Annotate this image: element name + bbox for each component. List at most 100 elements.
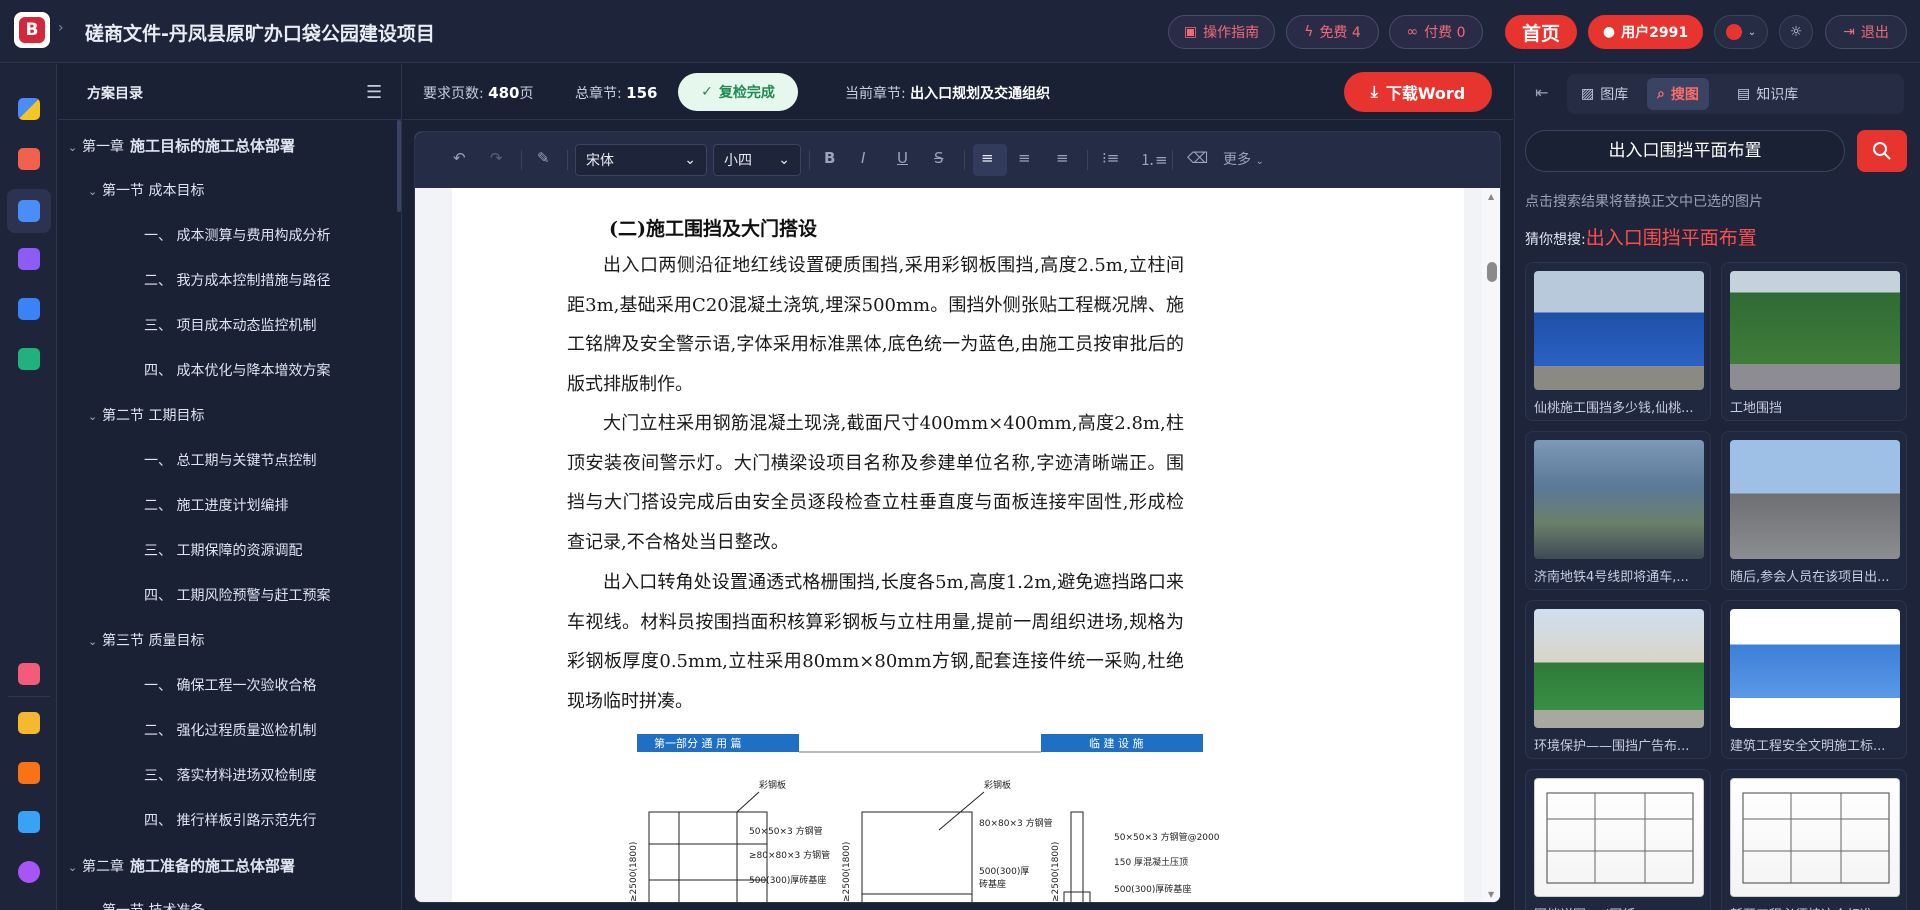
- outline-section[interactable]: ⌄ 第二节 工期目标: [88, 405, 204, 425]
- bold-icon[interactable]: B: [824, 149, 835, 167]
- search-result-image[interactable]: [1534, 440, 1704, 559]
- outline-item[interactable]: 三、 落实材料进场双检制度: [144, 765, 316, 785]
- redo-icon[interactable]: ↷: [490, 149, 503, 167]
- outline-item[interactable]: 二、 我方成本控制措施与路径: [144, 270, 330, 290]
- search-result-card[interactable]: 济南地铁4号线即将通车,...: [1525, 431, 1711, 590]
- app-title: 磋商文件-丹凤县原旷办口袋公园建设项目: [85, 23, 435, 45]
- search-result-card[interactable]: 环境保护——围挡广告布...: [1525, 600, 1711, 759]
- collapse-panel-icon[interactable]: ⇤: [1535, 83, 1548, 102]
- chevron-right-icon[interactable]: ›: [58, 20, 64, 36]
- numbered-list-icon[interactable]: ⒈≡: [1140, 149, 1168, 170]
- search-button[interactable]: [1857, 130, 1907, 172]
- eraser-icon[interactable]: ⌫: [1187, 149, 1208, 167]
- paid-credits-button[interactable]: ∞ 付费 0: [1389, 15, 1483, 49]
- document-scrollbar[interactable]: ▲ ▼: [1482, 188, 1500, 902]
- search-result-card[interactable]: 新开工程必须按这个标准...: [1721, 769, 1907, 910]
- undo-icon[interactable]: ↶: [453, 149, 466, 167]
- recheck-complete-button[interactable]: ✓ 复检完成: [678, 73, 798, 111]
- outline-chapter[interactable]: ⌄ 第一章 施工目标的施工总体部署: [68, 135, 295, 156]
- suggested-search: 猜你想搜:出入口围挡平面布置: [1525, 227, 1757, 249]
- italic-icon[interactable]: I: [861, 149, 865, 167]
- download-word-button[interactable]: ⤓ 下载Word: [1344, 72, 1492, 112]
- card-icon[interactable]: [13, 707, 45, 739]
- search-result-card[interactable]: 随后,参会人员在该项目出...: [1721, 431, 1907, 590]
- tab-knowledge-base[interactable]: ▤ 知识库: [1727, 78, 1808, 110]
- tab-gallery[interactable]: ▨ 图库: [1571, 78, 1638, 110]
- figure-label: 500(300)厚砖基座: [1114, 883, 1191, 895]
- outline-header: 方案目录 ☰: [58, 64, 401, 120]
- search-result-image[interactable]: [1534, 778, 1704, 897]
- outline-item[interactable]: 四、 工期风险预警与赶工预案: [144, 585, 330, 605]
- search-result-card[interactable]: 工地围挡: [1721, 262, 1907, 421]
- align-right-icon[interactable]: ≡: [1056, 149, 1069, 167]
- suggested-search-link[interactable]: 出入口围挡平面布置: [1586, 227, 1757, 249]
- chevron-down-icon[interactable]: ⌄: [88, 635, 102, 648]
- figure-label: 150 厚混凝土压顶: [1114, 856, 1188, 868]
- search-result-image[interactable]: [1534, 271, 1704, 390]
- fence-drawing-figure[interactable]: 第一部分 通 用 篇 临 建 设 施 彩钢板 50×50×3 方钢管 ≥80×8…: [609, 734, 1309, 903]
- outline-section[interactable]: ⌄第一节 技术准备: [88, 900, 204, 910]
- format-painter-icon[interactable]: ✎: [537, 149, 550, 167]
- search-result-image[interactable]: [1730, 778, 1900, 897]
- search-result-image[interactable]: [1730, 440, 1900, 559]
- book-icon[interactable]: [13, 293, 45, 325]
- scroll-up-icon[interactable]: ▲: [1488, 192, 1494, 201]
- chevron-down-icon[interactable]: ⌄: [88, 185, 102, 198]
- outline-section[interactable]: ⌄ 第一节 成本目标: [88, 180, 204, 200]
- user-button[interactable]: ● 用户2991: [1588, 15, 1703, 49]
- more-dropdown[interactable]: 更多 ⌄: [1223, 149, 1264, 169]
- folder-icon[interactable]: [7, 189, 51, 233]
- apps-icon[interactable]: [13, 93, 45, 125]
- scroll-down-icon[interactable]: ▼: [1488, 890, 1494, 899]
- theme-color-dropdown[interactable]: ⌄: [1714, 15, 1768, 49]
- chevron-down-icon[interactable]: ⌄: [88, 410, 102, 423]
- menu-icon[interactable]: ☰: [366, 82, 382, 103]
- outline-chapter[interactable]: ⌄ 第二章 施工准备的施工总体部署: [68, 855, 295, 876]
- strikethrough-icon[interactable]: S: [934, 149, 944, 167]
- underline-icon[interactable]: U: [897, 149, 908, 167]
- outline-item[interactable]: 一、 确保工程一次验收合格: [144, 675, 316, 695]
- contact-icon[interactable]: [13, 806, 45, 838]
- guide-button[interactable]: ▣ 操作指南: [1168, 15, 1275, 49]
- font-size-select[interactable]: 小四 ⌄: [713, 144, 801, 176]
- outline-scrollbar[interactable]: [397, 120, 401, 212]
- outline-item[interactable]: 二、 强化过程质量巡检机制: [144, 720, 316, 740]
- document-edit-icon[interactable]: [13, 143, 45, 175]
- font-family-select[interactable]: 宋体 ⌄: [575, 144, 707, 176]
- search-result-image[interactable]: [1730, 271, 1900, 390]
- search-result-image[interactable]: [1730, 609, 1900, 728]
- align-center-icon[interactable]: ≡: [1018, 149, 1031, 167]
- chevron-down-icon[interactable]: ⌄: [68, 141, 82, 154]
- outline-item[interactable]: 三、 工期保障的资源调配: [144, 540, 302, 560]
- chevron-down-icon[interactable]: ⌄: [88, 905, 102, 910]
- image-search-input[interactable]: 出入口围挡平面布置: [1525, 130, 1845, 172]
- rss-icon[interactable]: [13, 757, 45, 789]
- outline-item[interactable]: 一、 成本测算与费用构成分析: [144, 225, 330, 245]
- outline-section[interactable]: ⌄ 第三节 质量目标: [88, 630, 204, 650]
- outline-item[interactable]: 四、 成本优化与降本增效方案: [144, 360, 330, 380]
- chat-icon[interactable]: [13, 856, 45, 888]
- image-icon[interactable]: [13, 343, 45, 375]
- chevron-down-icon[interactable]: ⌄: [68, 861, 82, 874]
- sun-toggle-button[interactable]: ☼: [1779, 15, 1813, 49]
- bullet-list-icon[interactable]: ⁝≡: [1102, 149, 1119, 167]
- outline-item[interactable]: 四、 推行样板引路示范先行: [144, 810, 316, 830]
- figure-label: 砖基座: [979, 878, 1006, 890]
- search-result-card[interactable]: 围挡详图cad图纸: [1525, 769, 1711, 910]
- app-logo[interactable]: B: [14, 12, 50, 48]
- align-left-icon[interactable]: ≡: [981, 149, 994, 167]
- free-credits-button[interactable]: ϟ 免费 4: [1286, 15, 1379, 49]
- search-result-card[interactable]: 建筑工程安全文明施工标...: [1721, 600, 1907, 759]
- search-result-card[interactable]: 仙桃施工围挡多少钱,仙桃...: [1525, 262, 1711, 421]
- home-button[interactable]: 首页: [1505, 15, 1577, 49]
- document-page[interactable]: (二)施工围挡及大门搭设 出入口两侧沿征地红线设置硬质围挡,采用彩钢板围挡,高度…: [452, 188, 1464, 903]
- wrench-icon[interactable]: [13, 243, 45, 275]
- scrollbar-thumb[interactable]: [1487, 262, 1497, 282]
- outline-item[interactable]: 一、 总工期与关键节点控制: [144, 450, 316, 470]
- outline-item[interactable]: 二、 施工进度计划编排: [144, 495, 288, 515]
- search-result-image[interactable]: [1534, 609, 1704, 728]
- gift-icon[interactable]: [13, 658, 45, 690]
- logout-button[interactable]: ⇥ 退出: [1825, 15, 1907, 49]
- outline-item[interactable]: 三、 项目成本动态监控机制: [144, 315, 316, 335]
- tab-image-search[interactable]: ⌕ 搜图: [1647, 78, 1709, 110]
